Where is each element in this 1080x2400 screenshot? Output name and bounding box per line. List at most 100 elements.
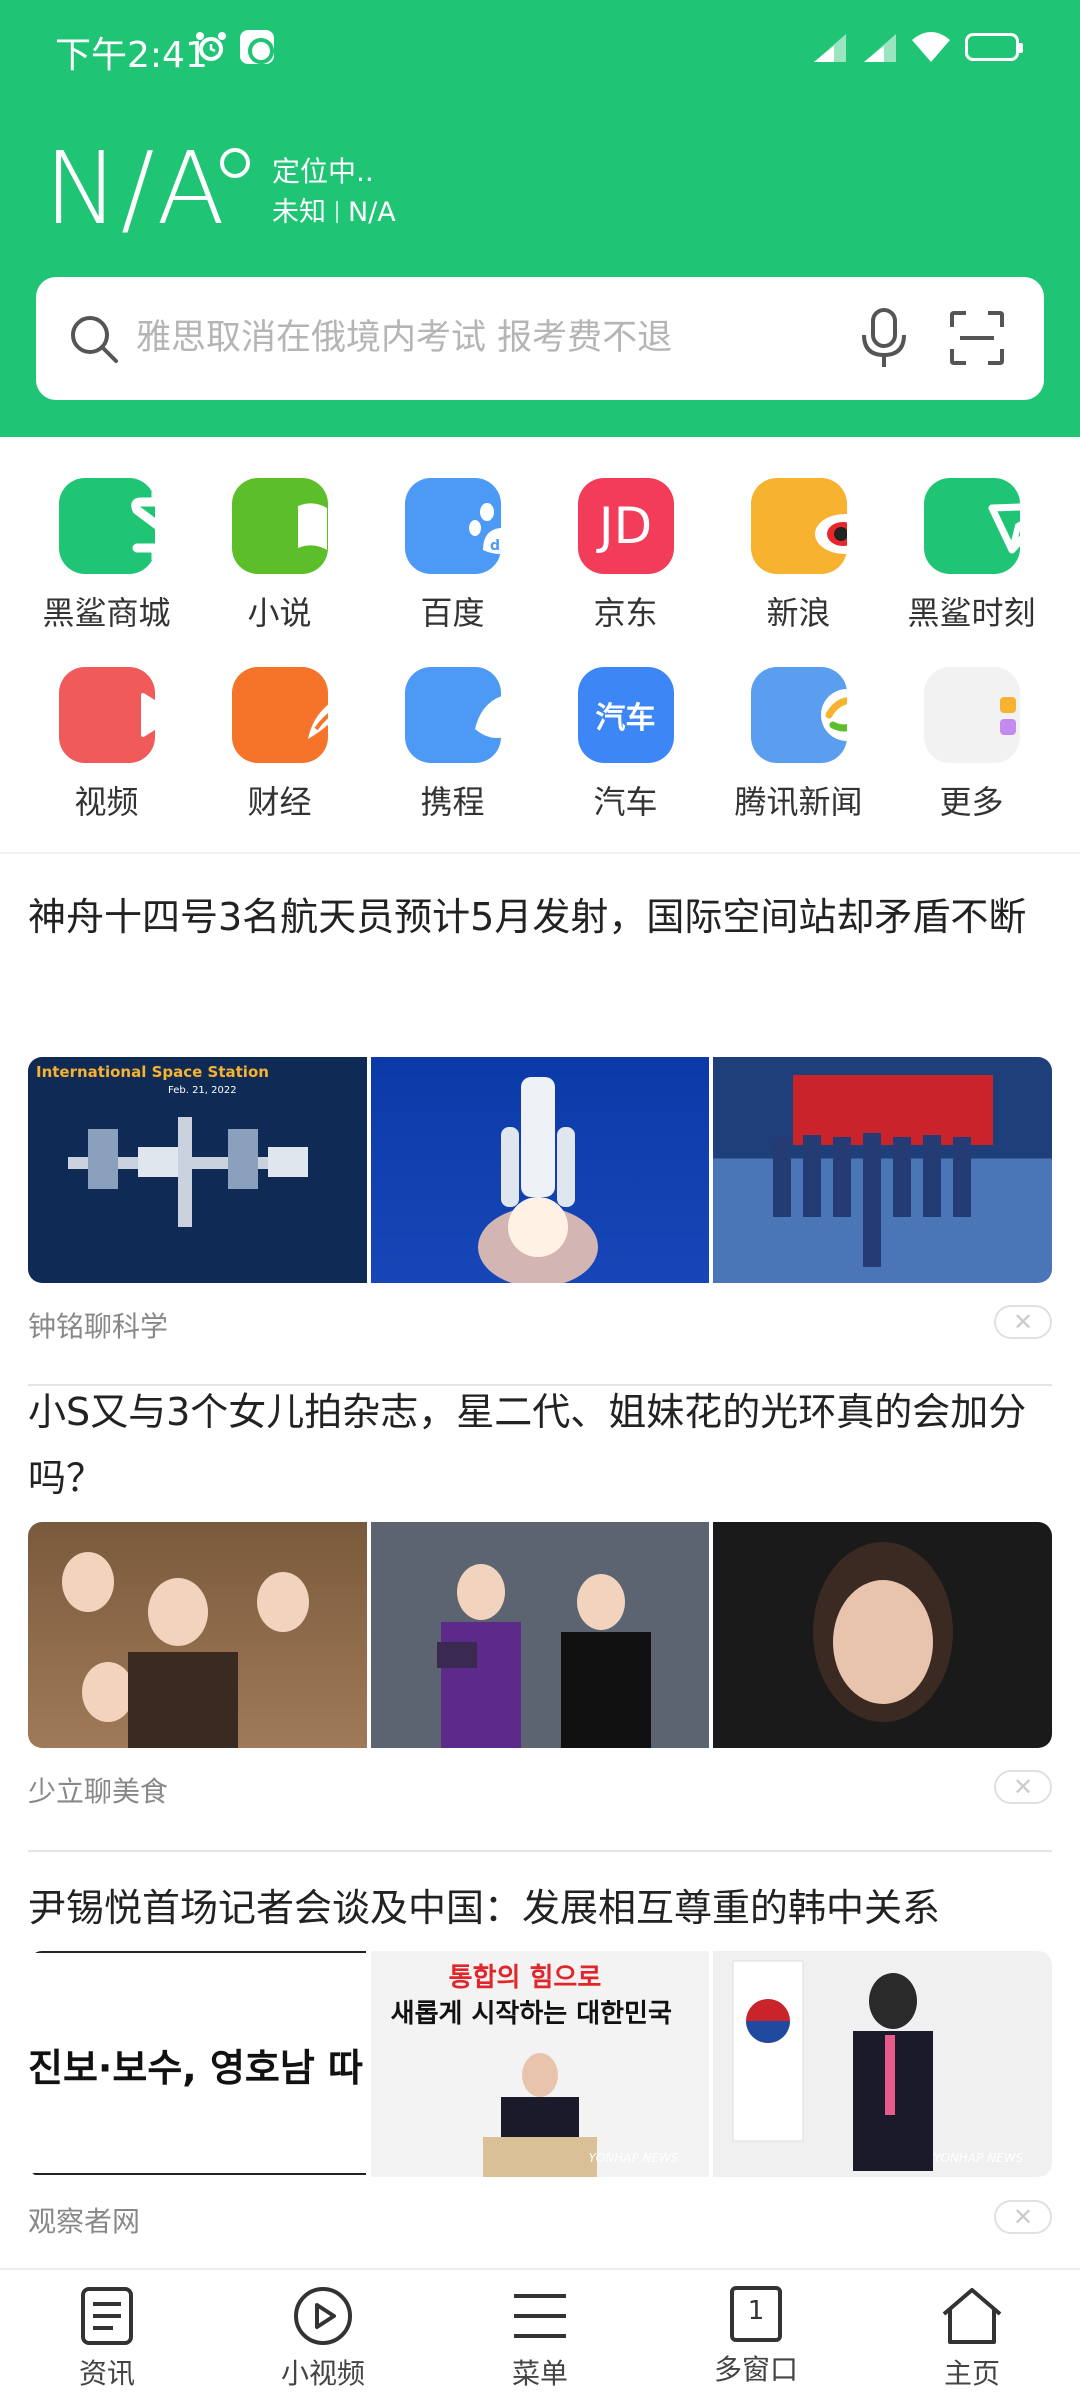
nav-label: 主页 bbox=[943, 2357, 1000, 2390]
nav-menu[interactable]: 菜单 bbox=[465, 2286, 615, 2392]
image-caption: 진보·보수, 영호남 따 bbox=[28, 2046, 364, 2090]
news-image-rocket bbox=[370, 1057, 710, 1283]
window-count: 1 bbox=[747, 2296, 765, 2326]
search-bar[interactable] bbox=[36, 277, 1044, 400]
news-source: 少立聊美食 bbox=[28, 1775, 169, 1808]
news-image-event bbox=[370, 1522, 710, 1748]
battery-percent: 53 bbox=[978, 34, 1006, 56]
shortcut-label: 百度 bbox=[420, 594, 485, 632]
shortcut-jd[interactable]: JD 京东 bbox=[539, 478, 712, 634]
news-source: 钟铭聊科学 bbox=[28, 1310, 169, 1343]
nav-label: 小视频 bbox=[280, 2357, 365, 2390]
shortcut-video[interactable]: 视频 bbox=[20, 667, 193, 823]
shortcut-black-shark-moment[interactable]: 黑鲨时刻 bbox=[885, 478, 1058, 634]
news-title[interactable]: 小S又与3个女儿拍杂志，星二代、姐妹花的光环真的会加分吗？ bbox=[28, 1379, 1052, 1511]
shortcut-finance[interactable]: 财经 bbox=[193, 667, 366, 823]
svg-text:du: du bbox=[490, 538, 501, 554]
shortcut-label: 黑鲨商城 bbox=[42, 594, 171, 632]
feather-icon bbox=[231, 667, 328, 763]
news-image-portrait bbox=[713, 1522, 1052, 1748]
news-image-press-conference: 통합의 힘으로 새롭게 시작하는 대한민국 YONHAP NEWS bbox=[370, 1951, 710, 2177]
shortcut-black-shark-store[interactable]: 黑鲨商城 bbox=[20, 478, 193, 634]
shortcut-more[interactable]: 更多 bbox=[885, 667, 1058, 823]
shortcut-label: 视频 bbox=[74, 783, 139, 821]
signal-icon bbox=[864, 34, 896, 62]
weibo-eye-icon bbox=[750, 478, 847, 574]
play-icon bbox=[58, 667, 155, 763]
news-image-astronauts bbox=[713, 1057, 1052, 1283]
shortcut-novel[interactable]: 小说 bbox=[193, 478, 366, 634]
nav-label: 多窗口 bbox=[713, 2353, 798, 2386]
shortcut-ctrip[interactable]: 携程 bbox=[366, 667, 539, 823]
shortcut-label: 黑鲨时刻 bbox=[907, 594, 1036, 632]
app-notification-icon bbox=[240, 30, 274, 64]
microphone-icon[interactable] bbox=[856, 307, 912, 369]
divider bbox=[336, 201, 338, 223]
news-source: 观察者网 bbox=[28, 2205, 141, 2238]
car-glyph: 汽车 bbox=[595, 701, 656, 736]
tencent-news-icon bbox=[750, 667, 847, 763]
status-time: 下午2:41 bbox=[55, 35, 208, 76]
bottom-nav: 资讯 小视频 菜单 1 多窗口 主页 bbox=[0, 2268, 1080, 2400]
home-icon bbox=[942, 2288, 1002, 2344]
news-divider bbox=[28, 1850, 1052, 1852]
weather-location[interactable]: 定位中.. bbox=[272, 150, 374, 190]
news-item[interactable]: 尹锡悦首场记者会谈及中国：发展相互尊重的韩中关系 진보·보수, 영호남 따 통합… bbox=[28, 1875, 1052, 2285]
news-item[interactable]: 小S又与3个女儿拍杂志，星二代、姐妹花的光环真的会加分吗？ 少立聊美食 ✕ bbox=[28, 1379, 1052, 1852]
shortcut-label: 汽车 bbox=[593, 783, 658, 821]
book-icon bbox=[231, 478, 328, 574]
paper-plane-icon bbox=[923, 478, 1020, 574]
weather-aqi: N/A bbox=[348, 197, 396, 228]
news-images[interactable]: 진보·보수, 영호남 따 통합의 힘으로 새롭게 시작하는 대한민국 YONHA… bbox=[28, 1951, 1052, 2177]
nav-news[interactable]: 资讯 bbox=[32, 2286, 182, 2392]
news-image-korean-headline: 진보·보수, 영호남 따 bbox=[28, 1951, 367, 2177]
dismiss-button[interactable]: ✕ bbox=[994, 1305, 1052, 1339]
weather-condition: 未知 bbox=[272, 197, 326, 228]
dolphin-icon bbox=[404, 667, 501, 763]
news-images[interactable]: International Space Station Feb. 21, 202… bbox=[28, 1057, 1052, 1283]
shortcut-baidu[interactable]: du 百度 bbox=[366, 478, 539, 634]
menu-icon bbox=[514, 2294, 566, 2338]
news-image-bowing: YONHAP NEWS bbox=[713, 1951, 1052, 2177]
search-input[interactable] bbox=[136, 305, 756, 371]
news-title[interactable]: 神舟十四号3名航天员预计5月发射，国际空间站却矛盾不断 bbox=[28, 884, 1052, 950]
news-images[interactable] bbox=[28, 1522, 1052, 1748]
degree-icon bbox=[220, 148, 250, 178]
more-grid-icon bbox=[923, 667, 1020, 763]
shortcut-label: 新浪 bbox=[766, 594, 831, 632]
scan-icon[interactable] bbox=[950, 311, 1004, 365]
nav-label: 菜单 bbox=[511, 2357, 568, 2390]
nav-short-video[interactable]: 小视频 bbox=[248, 2286, 398, 2392]
nav-label: 资讯 bbox=[78, 2357, 135, 2390]
nav-home[interactable]: 主页 bbox=[897, 2286, 1047, 2392]
news-icon bbox=[81, 2287, 133, 2345]
weather-temperature[interactable]: N/A bbox=[44, 130, 227, 247]
news-item[interactable]: 神舟十四号3名航天员预计5月发射，国际空间站却矛盾不断 Internationa… bbox=[28, 884, 1052, 1386]
image-caption: YONHAP NEWS bbox=[588, 2151, 679, 2165]
dismiss-button[interactable]: ✕ bbox=[994, 1770, 1052, 1804]
news-image-family-photo bbox=[28, 1522, 367, 1748]
dismiss-button[interactable]: ✕ bbox=[994, 2200, 1052, 2234]
car-icon: 汽车 bbox=[577, 667, 674, 763]
shortcut-tencent-news[interactable]: 腾讯新闻 bbox=[712, 667, 885, 823]
shortcut-sina[interactable]: 新浪 bbox=[712, 478, 885, 634]
shortcut-car[interactable]: 汽车 汽车 bbox=[539, 667, 712, 823]
shortcut-label: 腾讯新闻 bbox=[734, 783, 863, 821]
shortcut-label: 更多 bbox=[939, 783, 1004, 821]
jd-icon: JD bbox=[577, 478, 674, 574]
shortcut-label: 小说 bbox=[247, 594, 312, 632]
news-title[interactable]: 尹锡悦首场记者会谈及中国：发展相互尊重的韩中关系 bbox=[28, 1875, 1052, 1941]
baidu-paw-icon: du bbox=[404, 478, 501, 574]
section-divider bbox=[0, 852, 1080, 854]
search-icon bbox=[71, 316, 118, 363]
shortcut-label: 京东 bbox=[593, 594, 658, 632]
shortcut-grid: 黑鲨商城 小说 du 百度 JD 京东 新浪 黑鲨时刻 视频 财经 携程 汽车 … bbox=[0, 437, 1080, 852]
nav-multi-window[interactable]: 1 多窗口 bbox=[681, 2286, 831, 2388]
windows-icon: 1 bbox=[730, 2286, 782, 2342]
weather-details: 未知 N/A bbox=[272, 190, 396, 229]
wifi-icon bbox=[912, 32, 950, 62]
news-image-space-station: International Space Station Feb. 21, 202… bbox=[28, 1057, 367, 1283]
header: 下午2:41 53 N/A 定位中.. 未知 N/A bbox=[0, 0, 1080, 437]
shortcut-label: 携程 bbox=[420, 783, 485, 821]
alarm-icon bbox=[196, 32, 226, 61]
